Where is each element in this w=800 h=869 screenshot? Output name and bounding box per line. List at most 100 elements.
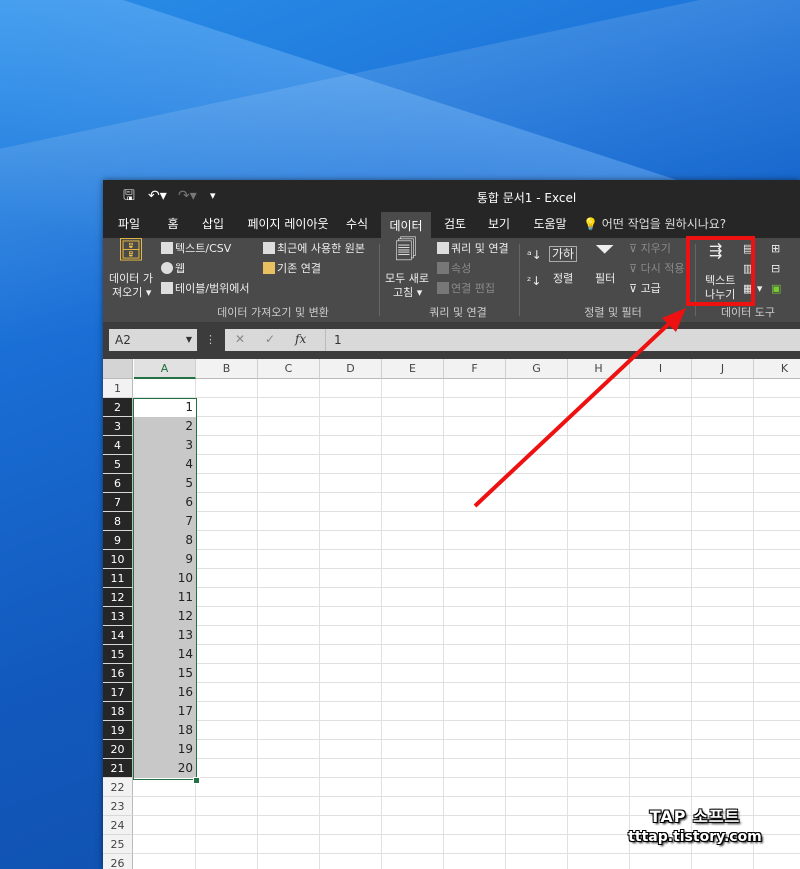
cell-a14[interactable]: 13 — [134, 626, 196, 645]
tab-home[interactable]: 홈 — [155, 212, 191, 238]
row-header[interactable]: 16 — [103, 664, 133, 683]
from-text-csv-button[interactable]: 텍스트/CSV — [161, 242, 231, 256]
worksheet-grid[interactable]: ABCDEFGHIJK 1 2 3 4 5 6 7 8 9 10 11 12 13 14 15 16 17 18 1… — [103, 359, 800, 869]
refresh-all-button-label2[interactable]: 고침 ▾ — [393, 286, 422, 300]
tab-file[interactable]: 파일 — [111, 212, 147, 238]
cell-a21[interactable]: 20 — [134, 759, 196, 778]
column-header[interactable]: G — [506, 359, 568, 379]
cell-a19[interactable]: 18 — [134, 721, 196, 740]
cell-a8[interactable]: 7 — [134, 512, 196, 531]
row-header[interactable]: 6 — [103, 474, 133, 493]
row-header[interactable]: 11 — [103, 569, 133, 588]
manage-data-model-icon[interactable]: ▣ — [771, 282, 781, 296]
existing-connections-button[interactable]: 기존 연결 — [263, 262, 321, 276]
row-header[interactable]: 2 — [103, 398, 133, 417]
select-all-corner[interactable] — [103, 359, 133, 379]
cell-a4[interactable]: 3 — [134, 436, 196, 455]
tab-formulas[interactable]: 수식 — [339, 212, 375, 238]
row-header[interactable]: 13 — [103, 607, 133, 626]
recent-sources-button[interactable]: 최근에 사용한 원본 — [263, 242, 365, 256]
cell-a7[interactable]: 6 — [134, 493, 196, 512]
column-header[interactable]: B — [196, 359, 258, 379]
cancel-icon[interactable]: ✕ — [235, 332, 245, 346]
column-header[interactable]: D — [320, 359, 382, 379]
row-header[interactable]: 21 — [103, 759, 133, 778]
tab-view[interactable]: 보기 — [481, 212, 517, 238]
cell-a5[interactable]: 4 — [134, 455, 196, 474]
sort-ascending-icon[interactable]: ᵃ↓ — [527, 248, 542, 262]
row-header[interactable]: 19 — [103, 721, 133, 740]
insert-function-icon[interactable]: fx — [295, 332, 306, 346]
name-box[interactable]: A2 ▼ — [109, 329, 197, 351]
tab-insert[interactable]: 삽입 — [193, 212, 233, 238]
cell-a9[interactable]: 8 — [134, 531, 196, 550]
cell-a11[interactable]: 10 — [134, 569, 196, 588]
row-header[interactable]: 26 — [103, 854, 133, 869]
row-header[interactable]: 1 — [103, 379, 133, 398]
row-gridline — [133, 701, 800, 702]
relationships-icon[interactable]: ⊟ — [771, 262, 780, 276]
cell-a10[interactable]: 9 — [134, 550, 196, 569]
advanced-filter-button[interactable]: ⊽ 고급 — [629, 282, 661, 296]
column-header[interactable]: K — [754, 359, 800, 379]
row-header[interactable]: 7 — [103, 493, 133, 512]
tab-page-layout[interactable]: 페이지 레이아웃 — [238, 212, 338, 238]
row-header[interactable]: 9 — [103, 531, 133, 550]
cell-a6[interactable]: 5 — [134, 474, 196, 493]
tab-data[interactable]: 데이터 — [381, 212, 431, 240]
tab-help[interactable]: 도움말 — [525, 212, 575, 238]
row-header[interactable]: 20 — [103, 740, 133, 759]
more-options-icon[interactable]: ⋮ — [205, 333, 216, 347]
get-data-button-label2[interactable]: 져오기 ▾ — [112, 286, 151, 300]
row-header[interactable]: 12 — [103, 588, 133, 607]
cell-a12[interactable]: 11 — [134, 588, 196, 607]
row-header[interactable]: 18 — [103, 702, 133, 721]
from-web-button[interactable]: 웹 — [161, 262, 185, 276]
fill-handle[interactable] — [193, 777, 200, 784]
column-header[interactable]: F — [444, 359, 506, 379]
column-header[interactable]: A — [134, 359, 196, 379]
clear-filter-button[interactable]: ⊽ 지우기 — [629, 242, 671, 256]
reapply-button[interactable]: ⊽ 다시 적용 — [629, 262, 685, 276]
get-data-button[interactable]: 데이터 가 — [109, 272, 153, 286]
sort-button[interactable]: 정렬 — [553, 272, 573, 286]
row-header[interactable]: 3 — [103, 417, 133, 436]
row-header[interactable]: 4 — [103, 436, 133, 455]
tab-review[interactable]: 검토 — [437, 212, 473, 238]
row-header[interactable]: 5 — [103, 455, 133, 474]
name-box-dropdown-icon[interactable]: ▼ — [186, 329, 192, 351]
properties-button[interactable]: 속성 — [437, 262, 471, 276]
cell-a20[interactable]: 19 — [134, 740, 196, 759]
cell-a17[interactable]: 16 — [134, 683, 196, 702]
row-header[interactable]: 25 — [103, 835, 133, 854]
filter-button[interactable]: 필터 — [595, 272, 615, 286]
row-header[interactable]: 14 — [103, 626, 133, 645]
cell-a15[interactable]: 14 — [134, 645, 196, 664]
formula-bar-input[interactable]: 1 — [325, 329, 800, 351]
column-header[interactable]: J — [692, 359, 754, 379]
row-header[interactable]: 24 — [103, 816, 133, 835]
edit-links-button[interactable]: 연결 편집 — [437, 282, 495, 296]
enter-icon[interactable]: ✓ — [265, 332, 275, 346]
row-header[interactable]: 8 — [103, 512, 133, 531]
cell-a13[interactable]: 12 — [134, 607, 196, 626]
row-header[interactable]: 22 — [103, 778, 133, 797]
row-header[interactable]: 17 — [103, 683, 133, 702]
column-header[interactable]: I — [630, 359, 692, 379]
sort-descending-icon[interactable]: ᶻ↓ — [527, 274, 541, 288]
column-header[interactable]: E — [382, 359, 444, 379]
row-gridline — [133, 758, 800, 759]
consolidate-icon[interactable]: ⊞ — [771, 242, 780, 256]
cell-a2[interactable]: 1 — [134, 398, 196, 417]
queries-connections-button[interactable]: 쿼리 및 연결 — [437, 242, 509, 256]
column-header[interactable]: H — [568, 359, 630, 379]
row-header[interactable]: 10 — [103, 550, 133, 569]
cell-a18[interactable]: 17 — [134, 702, 196, 721]
refresh-all-button[interactable]: 모두 새로 — [385, 272, 429, 286]
from-table-button[interactable]: 테이블/범위에서 — [161, 282, 250, 296]
cell-a16[interactable]: 15 — [134, 664, 196, 683]
row-header[interactable]: 23 — [103, 797, 133, 816]
cell-a3[interactable]: 2 — [134, 417, 196, 436]
row-header[interactable]: 15 — [103, 645, 133, 664]
column-header[interactable]: C — [258, 359, 320, 379]
